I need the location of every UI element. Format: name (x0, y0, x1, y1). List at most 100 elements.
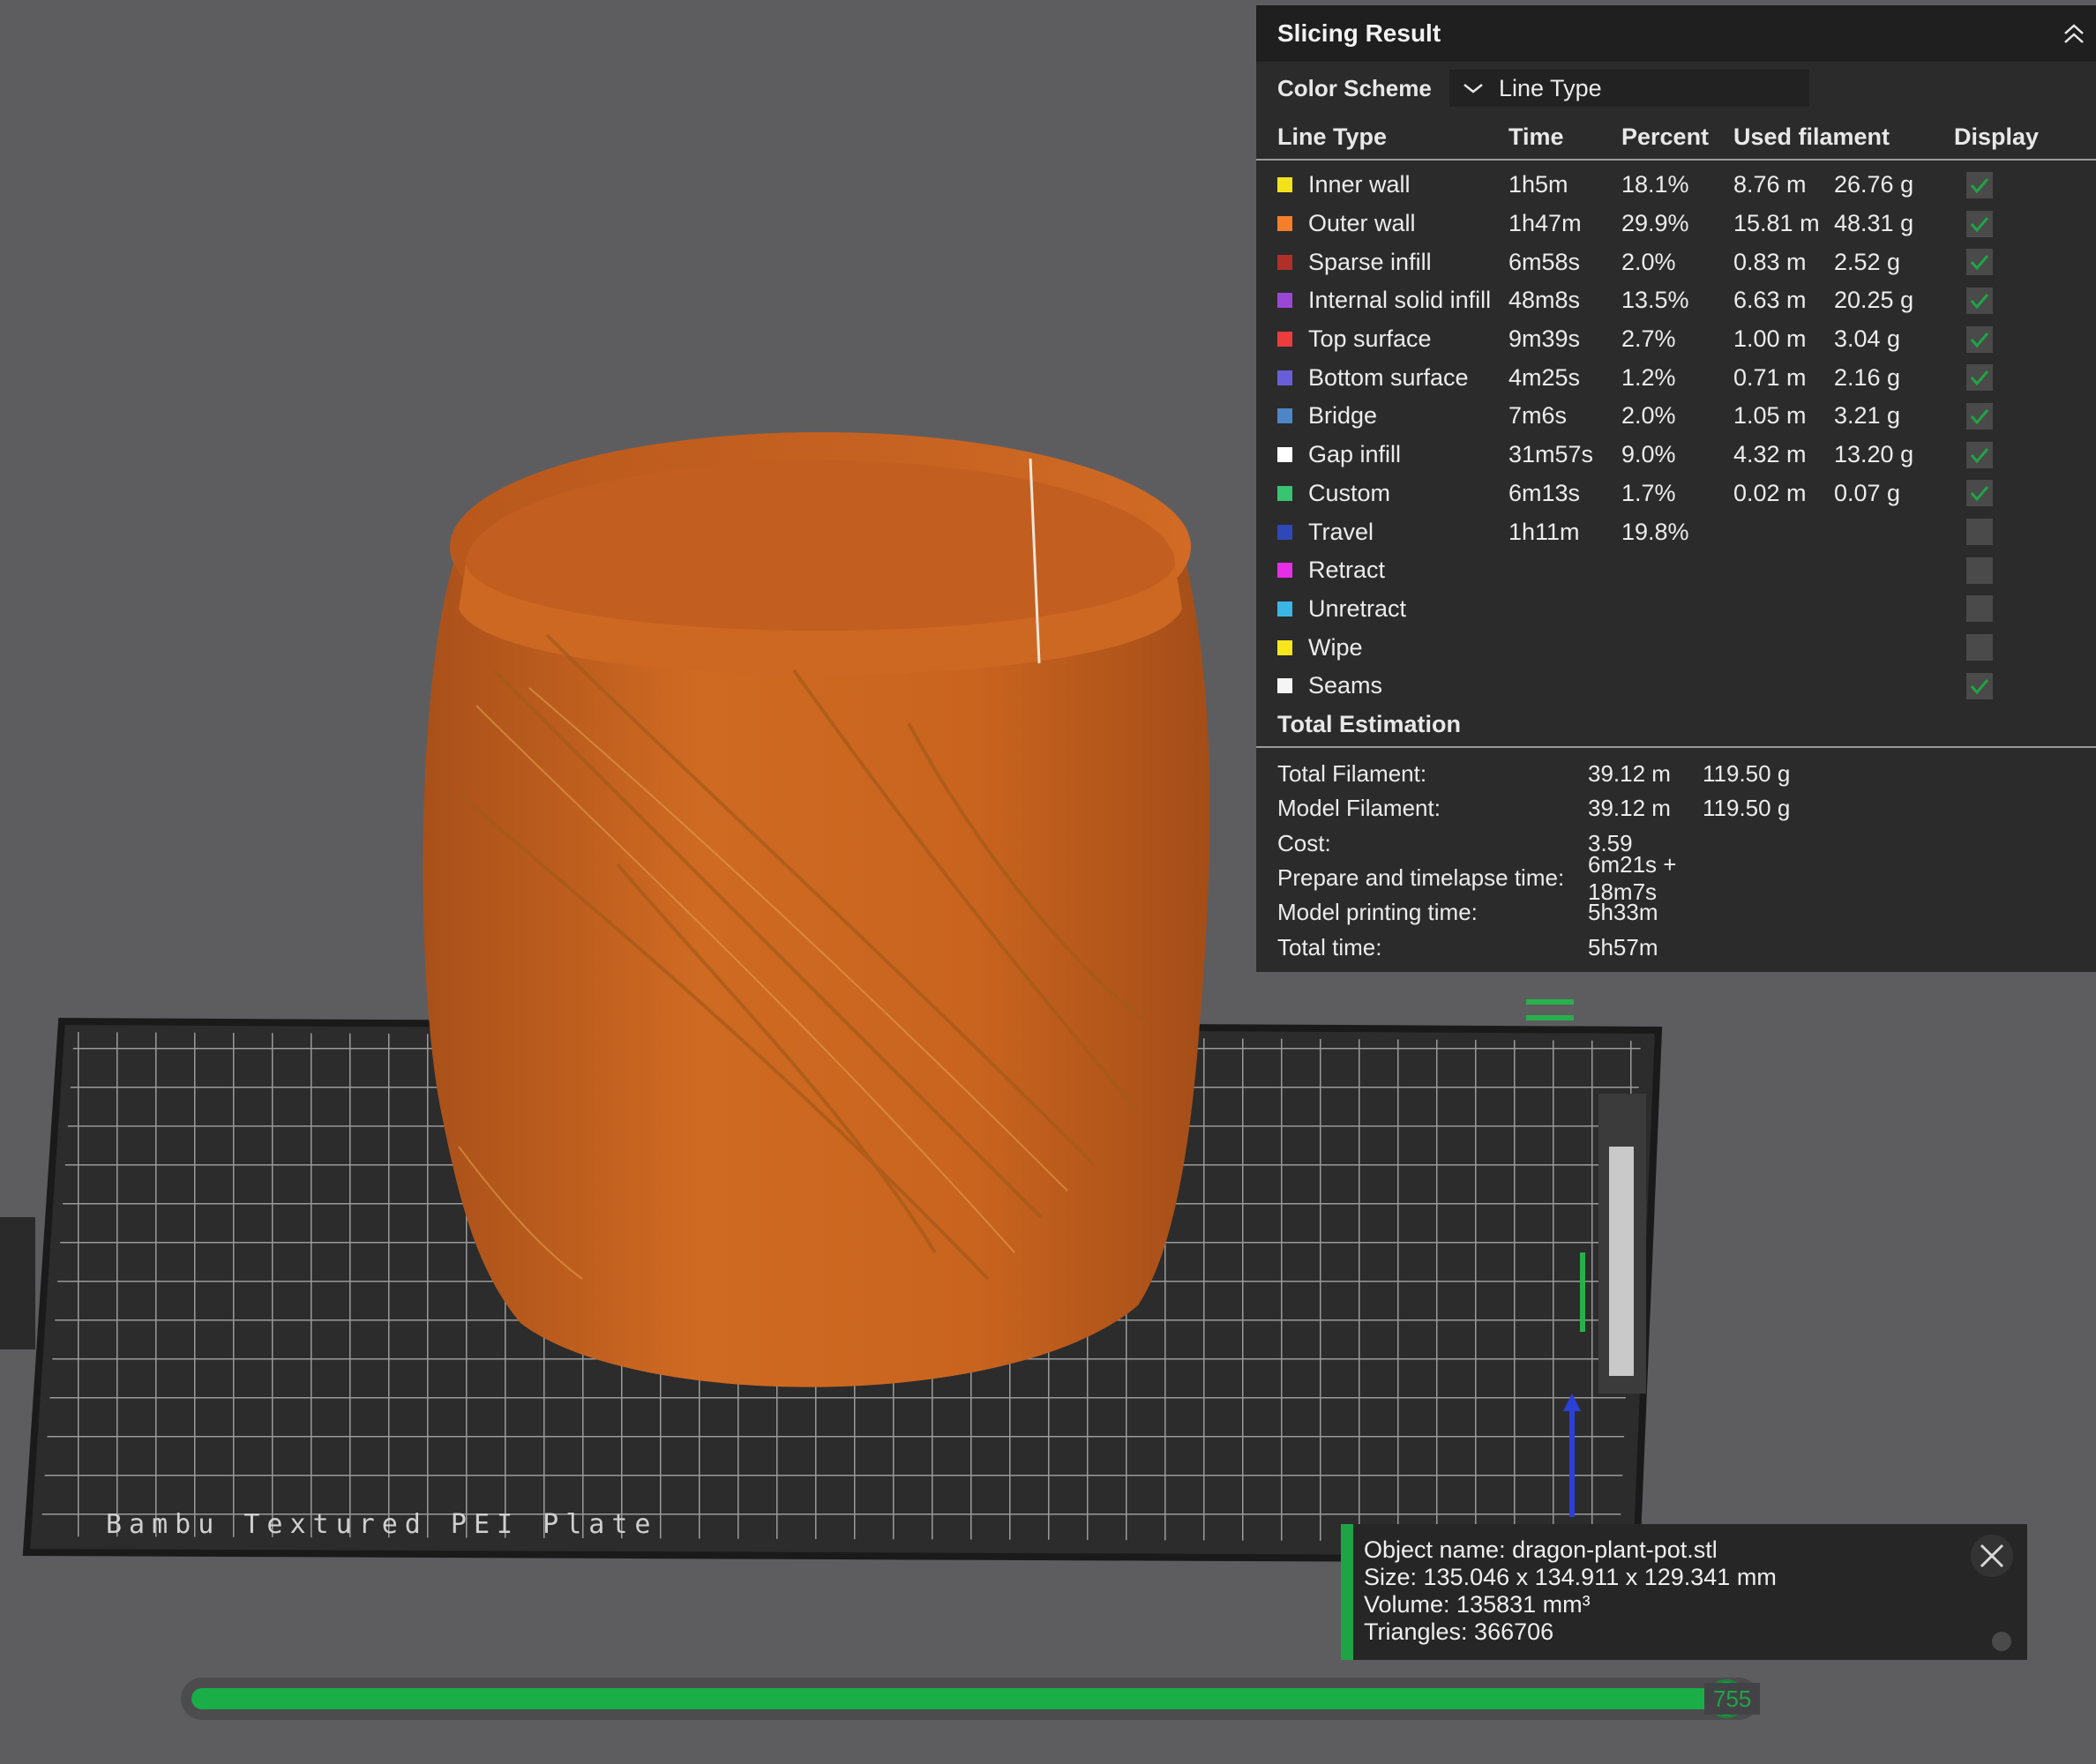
slider-track-fill (191, 1688, 1726, 1709)
legend-row: Inner wall 1h5m 18.1% 8.76 m 26.76 g (1256, 166, 2096, 205)
line-type-name: Gap infill (1308, 441, 1402, 468)
display-checkbox[interactable] (1966, 595, 1993, 623)
estimation-value: 5h33m (1588, 899, 1658, 926)
length-cell: 4.32 m (1733, 441, 1807, 468)
line-type-cell: Internal solid infill (1277, 287, 1508, 314)
time-cell: 9m39s (1508, 325, 1581, 353)
color-scheme-dropdown[interactable]: Line Type (1449, 70, 1809, 107)
percent-cell: 2.0% (1621, 402, 1676, 430)
layer-value: 755 (1704, 1683, 1761, 1715)
close-icon (1980, 1544, 2004, 1568)
estimation-row: Model printing time: 5h33m (1277, 895, 2071, 930)
time-cell: 6m13s (1508, 479, 1581, 506)
color-swatch (1277, 485, 1292, 501)
estimation-label: Cost: (1277, 829, 1331, 856)
display-checkbox[interactable] (1966, 210, 1993, 237)
line-type-name: Bottom surface (1308, 363, 1469, 391)
length-cell: 0.71 m (1733, 363, 1807, 391)
estimation-row: Model Filament: 39.12 m 119.50 g (1277, 791, 2071, 826)
pot-model[interactable] (423, 432, 1210, 1387)
display-checkbox[interactable] (1966, 441, 1993, 468)
time-cell: 1h47m (1508, 210, 1582, 237)
weight-cell: 48.31 g (1834, 210, 1914, 237)
estimation-row: Prepare and timelapse time: 6m21s + 18m7s (1277, 851, 2071, 905)
line-type-name: Travel (1308, 518, 1374, 545)
estimation-label: Total Filament: (1277, 760, 1427, 788)
display-checkbox[interactable] (1966, 287, 1993, 314)
time-cell: 1h5m (1508, 171, 1568, 198)
object-info-box: Object name: dragon-plant-pot.stl Size: … (1341, 1524, 2027, 1660)
check-icon (1970, 177, 1989, 194)
color-swatch (1277, 601, 1292, 617)
check-icon (1970, 678, 1989, 695)
display-checkbox[interactable] (1966, 634, 1993, 662)
display-checkbox[interactable] (1966, 171, 1993, 198)
time-cell: 7m6s (1508, 402, 1568, 430)
object-name: Object name: dragon-plant-pot.stl (1364, 1536, 1718, 1563)
color-swatch (1277, 563, 1292, 579)
display-checkbox[interactable] (1966, 557, 1993, 584)
line-type-name: Retract (1308, 557, 1386, 584)
legend-row: Travel 1h11m 19.8% (1256, 512, 2096, 551)
estimation-row: Total time: 5h57m (1277, 930, 2071, 964)
display-checkbox[interactable] (1966, 249, 1993, 276)
close-button[interactable] (1971, 1535, 2013, 1577)
chevron-up-icon[interactable] (2061, 21, 2087, 48)
legend-row: Retract (1256, 551, 2096, 590)
divider (1256, 746, 2096, 748)
weight-cell: 2.16 g (1834, 363, 1901, 391)
plate-tab (0, 1217, 35, 1349)
total-estimation-list: Total Filament: 39.12 m 119.50 g Model Fila… (1277, 757, 2071, 965)
header-line-type: Line Type (1277, 123, 1388, 150)
legend-table-header: Line Type Time Percent Used filament Dis… (1256, 115, 2096, 161)
estimation-value-secondary: 119.50 g (1703, 760, 1791, 788)
plate-label: Bambu Textured PEI Plate (106, 1509, 657, 1540)
line-type-name: Top surface (1308, 325, 1432, 353)
percent-cell: 2.0% (1621, 248, 1676, 275)
line-type-name: Seams (1308, 672, 1383, 699)
color-swatch (1277, 216, 1292, 232)
slicing-result-panel: Slicing Result Color Scheme Line Type Li… (1256, 5, 2096, 972)
display-checkbox[interactable] (1966, 672, 1993, 699)
line-type-name: Wipe (1308, 633, 1363, 661)
line-type-name: Inner wall (1308, 171, 1411, 198)
time-cell: 48m8s (1508, 287, 1581, 314)
layer-slider[interactable] (181, 1678, 1760, 1720)
header-display: Display (1954, 123, 2040, 150)
legend-row: Custom 6m13s 1.7% 0.02 m 0.07 g (1256, 475, 2096, 513)
percent-cell: 2.7% (1621, 325, 1676, 353)
panel-title: Slicing Result (1277, 19, 1441, 47)
percent-cell: 18.1% (1621, 171, 1689, 198)
color-swatch (1277, 639, 1292, 655)
line-type-cell: Bridge (1277, 402, 1508, 430)
display-checkbox[interactable] (1966, 325, 1993, 353)
color-scheme-row: Color Scheme Line Type (1256, 62, 2096, 115)
weight-cell: 0.07 g (1834, 479, 1901, 506)
estimation-value: 39.12 m (1588, 760, 1671, 788)
display-checkbox[interactable] (1966, 364, 1993, 392)
estimation-value: 39.12 m (1588, 795, 1671, 822)
check-icon (1970, 486, 1989, 502)
legend-row: Unretract (1256, 590, 2096, 629)
object-triangles: Triangles: 366706 (1364, 1618, 1554, 1645)
line-type-name: Sparse infill (1308, 248, 1432, 275)
line-type-cell: Bottom surface (1277, 364, 1508, 392)
color-swatch (1277, 177, 1292, 193)
panel-header[interactable]: Slicing Result (1256, 5, 2096, 62)
line-type-cell: Sparse infill (1277, 249, 1508, 276)
line-type-cell: Top surface (1277, 325, 1508, 353)
legend-row: Bridge 7m6s 2.0% 1.05 m 3.21 g (1256, 397, 2096, 436)
line-type-cell: Inner wall (1277, 171, 1508, 198)
percent-cell: 19.8% (1621, 518, 1689, 545)
line-type-cell: Seams (1277, 672, 1508, 699)
color-swatch (1277, 408, 1292, 424)
line-type-name: Internal solid infill (1308, 287, 1492, 314)
display-checkbox[interactable] (1966, 519, 1993, 546)
minimize-button[interactable] (1992, 1632, 2011, 1651)
display-checkbox[interactable] (1966, 480, 1993, 507)
estimation-label: Prepare and timelapse time: (1277, 864, 1565, 892)
length-cell: 1.00 m (1733, 325, 1807, 353)
color-swatch (1277, 678, 1292, 694)
color-swatch (1277, 370, 1292, 385)
display-checkbox[interactable] (1966, 402, 1993, 430)
